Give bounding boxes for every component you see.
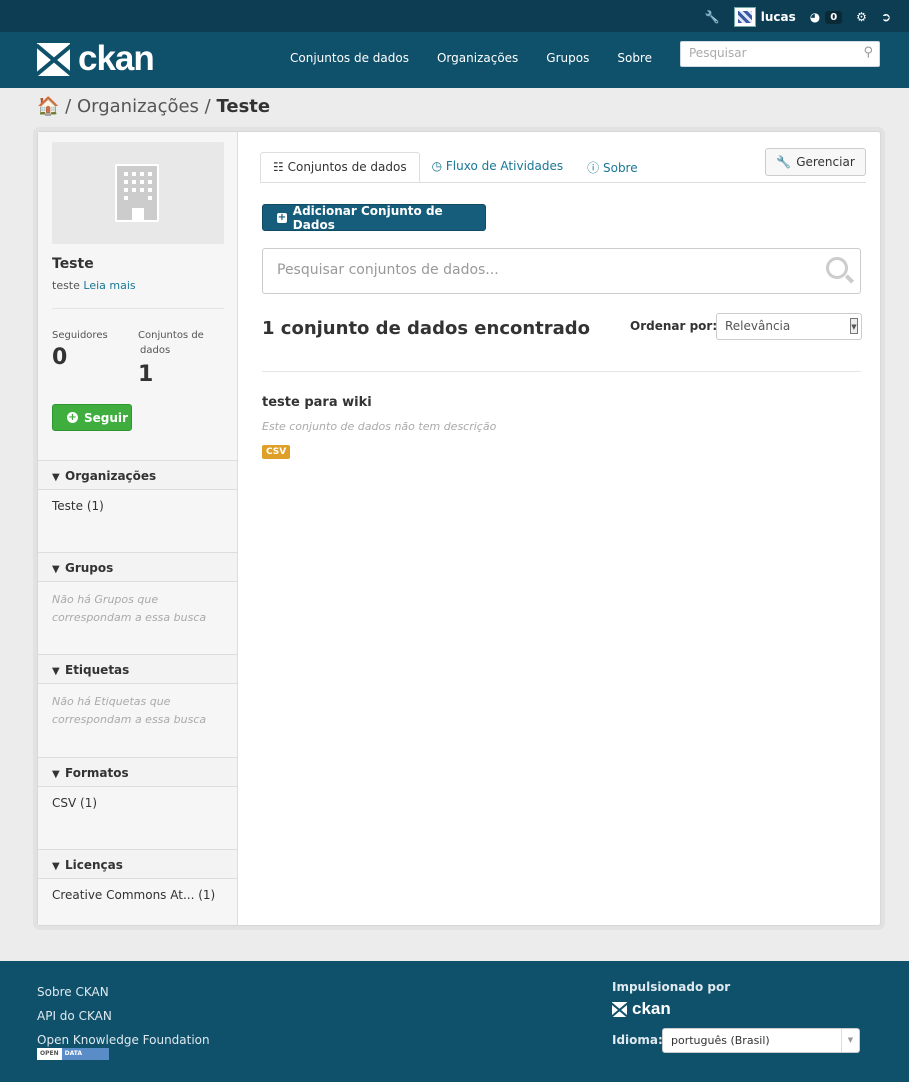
- site-logo[interactable]: ckan: [37, 39, 155, 79]
- dataset-search-input[interactable]: Pesquisar conjuntos de dados...: [262, 248, 861, 294]
- add-dataset-button[interactable]: + Adicionar Conjunto de Dados: [262, 204, 486, 232]
- tab-datasets[interactable]: ☷ Conjuntos de dados: [260, 152, 420, 182]
- breadcrumb-current[interactable]: Teste: [216, 96, 270, 117]
- datasets-label: Conjuntos de dados: [138, 330, 204, 356]
- filter-icon: ▼: [52, 666, 60, 677]
- main-nav: Conjuntos de dados Organizações Grupos S…: [290, 51, 680, 65]
- footer-link-api[interactable]: API do CKAN: [37, 1004, 210, 1028]
- username: lucas: [760, 10, 796, 24]
- order-by-label: Ordenar por:: [630, 319, 718, 333]
- filter-icon: ▼: [52, 769, 60, 780]
- organization-name: Teste: [52, 256, 94, 272]
- facet-tags-empty: Não há Etiquetas que correspondam a essa …: [52, 695, 207, 726]
- follow-button[interactable]: + Seguir: [52, 404, 132, 431]
- divider: [52, 308, 224, 309]
- facet-groups-heading: ▼ Grupos: [38, 552, 237, 582]
- filter-icon: ▼: [52, 861, 60, 872]
- site-search-placeholder: Pesquisar: [689, 46, 747, 60]
- tab-about[interactable]: ⓘ Sobre: [575, 152, 649, 182]
- main-wrapper: Teste teste Leia mais Seguidores 0 Conju…: [37, 131, 881, 926]
- nav-about[interactable]: Sobre: [617, 51, 652, 65]
- facet-tags-heading: ▼ Etiquetas: [38, 654, 237, 684]
- facet-groups-empty: Não há Grupos que correspondam a essa bus…: [52, 593, 207, 624]
- organization-description: teste Leia mais: [52, 279, 136, 292]
- language-select[interactable]: português (Brasil) ▼: [662, 1028, 860, 1053]
- order-by-select[interactable]: Relevância ▼: [716, 313, 862, 340]
- manage-button[interactable]: 🔧 Gerenciar: [765, 148, 866, 176]
- clock-icon: ◷: [431, 159, 443, 173]
- facet-formats-heading: ▼ Formatos: [38, 757, 237, 787]
- account-masthead: 🔧 lucas ◕ 0 ⚙ ➲: [705, 7, 891, 27]
- nav-organizations[interactable]: Organizações: [437, 51, 518, 65]
- search-icon[interactable]: [826, 257, 848, 279]
- plus-square-icon: +: [277, 211, 287, 223]
- facet-item-format[interactable]: CSV (1): [52, 796, 97, 810]
- dashboard-link[interactable]: ◕ 0: [809, 10, 843, 24]
- breadcrumb: 🏠 / Organizações / Teste: [37, 96, 271, 117]
- building-icon: [115, 164, 159, 222]
- wrench-icon: 🔧: [776, 155, 792, 169]
- breadcrumb-organizations[interactable]: Organizações: [77, 96, 199, 117]
- masthead: ckan Conjuntos de dados Organizações Gru…: [0, 32, 909, 88]
- facet-item-organization[interactable]: Teste (1): [52, 499, 104, 513]
- chevron-down-icon: ▼: [850, 318, 858, 334]
- sidebar: Teste teste Leia mais Seguidores 0 Conju…: [38, 132, 238, 925]
- dashboard-icon: ◕: [809, 10, 821, 24]
- home-icon[interactable]: 🏠: [37, 96, 59, 117]
- followers-label: Seguidores: [52, 330, 108, 341]
- tab-divider: [260, 182, 866, 183]
- sign-out-icon[interactable]: ➲: [881, 10, 891, 24]
- facet-item-license[interactable]: Creative Commons At... (1): [52, 888, 215, 902]
- plus-circle-icon: +: [67, 412, 78, 423]
- avatar: [733, 7, 756, 27]
- filter-icon: ▼: [52, 472, 60, 483]
- powered-by-label: Impulsionado por: [612, 980, 731, 994]
- sitemap-icon: ☷: [273, 160, 284, 174]
- logo-text: ckan: [78, 39, 155, 78]
- user-link[interactable]: lucas: [733, 7, 796, 27]
- open-data-badge[interactable]: OPEN DATA: [37, 1048, 109, 1060]
- content-tabs: ☷ Conjuntos de dados ◷ Fluxo de Atividad…: [260, 152, 650, 182]
- footer-links: Sobre CKAN API do CKAN Open Knowledge Fo…: [37, 980, 210, 1052]
- sysadmin-wrench-icon[interactable]: 🔧: [705, 10, 720, 24]
- gear-icon[interactable]: ⚙: [856, 10, 867, 24]
- nav-groups[interactable]: Grupos: [546, 51, 589, 65]
- footer-ckan-logo[interactable]: ckan: [612, 999, 671, 1019]
- datasets-count: 1: [138, 362, 154, 387]
- dataset-description: Este conjunto de dados não tem descrição: [262, 420, 497, 433]
- format-badge-csv[interactable]: CSV: [262, 445, 291, 459]
- results-count: 1 conjunto de dados encontrado: [262, 318, 591, 339]
- ckan-logo-icon: [612, 1001, 627, 1017]
- search-icon[interactable]: ⚲: [863, 45, 873, 60]
- info-icon: ⓘ: [587, 161, 600, 175]
- chevron-down-icon: ▼: [841, 1029, 859, 1052]
- account-bar: 🔧 lucas ◕ 0 ⚙ ➲: [0, 0, 909, 32]
- tab-activity[interactable]: ◷ Fluxo de Atividades: [420, 152, 576, 182]
- organization-image[interactable]: [52, 142, 224, 244]
- read-more-link[interactable]: Leia mais: [83, 279, 135, 292]
- filter-icon: ▼: [52, 564, 60, 575]
- site-search-input[interactable]: Pesquisar ⚲: [680, 41, 880, 67]
- facet-licenses-heading: ▼ Licenças: [38, 849, 237, 879]
- language-label: Idioma:: [612, 1033, 663, 1047]
- followers-count: 0: [52, 345, 68, 370]
- ckan-logo-icon: [37, 42, 70, 76]
- facet-organizations-heading: ▼ Organizações: [38, 460, 237, 490]
- nav-datasets[interactable]: Conjuntos de dados: [290, 51, 409, 65]
- divider: [262, 371, 861, 372]
- dataset-search-placeholder: Pesquisar conjuntos de dados...: [277, 262, 499, 278]
- notification-count: 0: [825, 10, 843, 24]
- footer: Sobre CKAN API do CKAN Open Knowledge Fo…: [0, 961, 909, 1082]
- footer-link-about-ckan[interactable]: Sobre CKAN: [37, 980, 210, 1004]
- dataset-title-link[interactable]: teste para wiki: [262, 395, 372, 410]
